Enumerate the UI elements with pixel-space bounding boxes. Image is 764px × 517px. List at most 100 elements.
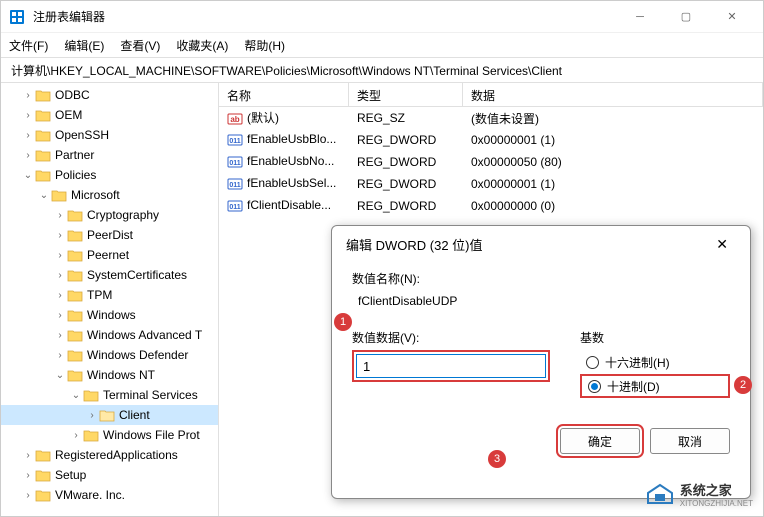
chevron-icon[interactable]: › — [21, 130, 35, 141]
cell-type: REG_SZ — [349, 109, 463, 127]
tree-label: Terminal Services — [103, 388, 198, 402]
tree-label: PeerDist — [87, 228, 133, 242]
maximize-button[interactable]: ▢ — [663, 1, 709, 33]
chevron-icon[interactable]: › — [53, 290, 67, 301]
close-button[interactable]: ✕ — [709, 1, 755, 33]
tree-label: Windows Defender — [87, 348, 188, 362]
chevron-icon[interactable]: ⌄ — [21, 170, 35, 181]
tree-item[interactable]: ›Windows — [1, 305, 218, 325]
value-name-label: 数值名称(N): — [352, 270, 730, 287]
cell-name: 011fEnableUsbNo... — [219, 152, 349, 172]
cell-name: 011fClientDisable... — [219, 196, 349, 216]
chevron-icon[interactable]: ⌄ — [53, 370, 67, 381]
dialog-titlebar: 编辑 DWORD (32 位)值 ✕ — [332, 226, 750, 262]
col-header-type[interactable]: 类型 — [349, 83, 463, 106]
value-data-input[interactable] — [356, 354, 546, 378]
tree-item[interactable]: › Windows Advanced T — [1, 325, 218, 345]
chevron-icon[interactable]: › — [69, 430, 83, 441]
chevron-icon[interactable]: ⌄ — [69, 390, 83, 401]
col-header-name[interactable]: 名称 — [219, 83, 349, 106]
chevron-icon[interactable]: › — [21, 110, 35, 121]
tree-label: Windows Advanced T — [87, 328, 202, 342]
tree-item[interactable]: ⌄Policies — [1, 165, 218, 185]
regedit-icon — [9, 9, 25, 25]
radio-dec[interactable]: 十进制(D) — [580, 374, 730, 398]
edit-dword-dialog: 编辑 DWORD (32 位)值 ✕ 数值名称(N): fClientDisab… — [331, 225, 751, 499]
chevron-icon[interactable]: › — [21, 490, 35, 501]
tree-item[interactable]: ›Client — [1, 405, 218, 425]
tree-item[interactable]: ›RegisteredApplications — [1, 445, 218, 465]
tree-item[interactable]: › TPM — [1, 285, 218, 305]
tree-item[interactable]: ⌄Microsoft — [1, 185, 218, 205]
tree-label: ODBC — [55, 88, 90, 102]
chevron-icon[interactable]: › — [21, 90, 35, 101]
chevron-icon[interactable]: ⌄ — [37, 190, 51, 201]
list-row[interactable]: 011fClientDisable... REG_DWORD 0x0000000… — [219, 195, 763, 217]
chevron-icon[interactable]: › — [85, 410, 99, 421]
tree-label: Windows File Prot — [103, 428, 200, 442]
tree-label: OEM — [55, 108, 82, 122]
dialog-close-button[interactable]: ✕ — [708, 232, 736, 257]
list-row[interactable]: 011fEnableUsbNo... REG_DWORD 0x00000050 … — [219, 151, 763, 173]
cell-data: 0x00000001 (1) — [463, 131, 763, 149]
tree-item[interactable]: › OEM — [1, 105, 218, 125]
chevron-icon[interactable]: › — [53, 210, 67, 221]
tree-label: Partner — [55, 148, 94, 162]
minimize-button[interactable]: ─ — [617, 1, 663, 33]
cell-type: REG_DWORD — [349, 197, 463, 215]
menu-help[interactable]: 帮助(H) — [244, 37, 285, 54]
menu-view[interactable]: 查看(V) — [120, 37, 160, 54]
tree-item[interactable]: ⌄ Terminal Services — [1, 385, 218, 405]
chevron-icon[interactable]: › — [53, 310, 67, 321]
chevron-icon[interactable]: › — [53, 350, 67, 361]
tree-panel[interactable]: › ODBC › OEM › OpenSSH › Partner ⌄Policies⌄Micro… — [1, 83, 219, 516]
tree-item[interactable]: ›Cryptography — [1, 205, 218, 225]
menu-file[interactable]: 文件(F) — [9, 37, 48, 54]
tree-item[interactable]: › OpenSSH — [1, 125, 218, 145]
tree-item[interactable]: ›Setup — [1, 465, 218, 485]
svg-text:011: 011 — [229, 182, 240, 189]
radio-dec-circle — [588, 380, 601, 393]
tree-item[interactable]: › Windows Defender — [1, 345, 218, 365]
svg-text:011: 011 — [229, 204, 240, 211]
chevron-icon[interactable]: › — [21, 150, 35, 161]
tree-item[interactable]: ›VMware. Inc. — [1, 485, 218, 505]
ok-button[interactable]: 确定 — [560, 428, 640, 454]
address-bar[interactable]: 计算机\HKEY_LOCAL_MACHINE\SOFTWARE\Policies… — [1, 57, 763, 83]
tree-item[interactable]: ›SystemCertificates — [1, 265, 218, 285]
chevron-icon[interactable]: › — [53, 250, 67, 261]
cell-data: (数值未设置) — [463, 108, 763, 129]
menu-favorites[interactable]: 收藏夹(A) — [176, 37, 228, 54]
list-row[interactable]: 011fEnableUsbBlo... REG_DWORD 0x00000001… — [219, 129, 763, 151]
col-header-data[interactable]: 数据 — [463, 83, 763, 106]
tree-label: TPM — [87, 288, 112, 302]
titlebar: 注册表编辑器 ─ ▢ ✕ — [1, 1, 763, 33]
watermark-logo-icon — [646, 483, 674, 505]
tree-item[interactable]: › ODBC — [1, 85, 218, 105]
tree-item[interactable]: ⌄ Windows NT — [1, 365, 218, 385]
chevron-icon[interactable]: › — [53, 330, 67, 341]
tree-item[interactable]: › PeerDist — [1, 225, 218, 245]
cell-data: 0x00000050 (80) — [463, 153, 763, 171]
chevron-icon[interactable]: › — [21, 450, 35, 461]
radio-hex[interactable]: 十六进制(H) — [580, 350, 730, 374]
list-row[interactable]: ab(默认) REG_SZ (数值未设置) — [219, 107, 763, 129]
radio-dec-label: 十进制(D) — [607, 378, 660, 395]
badge-1: 1 — [334, 313, 352, 331]
cell-name: ab(默认) — [219, 107, 349, 129]
tree-item[interactable]: › Partner — [1, 145, 218, 165]
chevron-icon[interactable]: › — [53, 230, 67, 241]
tree-label: OpenSSH — [55, 128, 109, 142]
chevron-icon[interactable]: › — [21, 470, 35, 481]
tree-item[interactable]: ›Peernet — [1, 245, 218, 265]
tree-item[interactable]: › Windows File Prot — [1, 425, 218, 445]
tree-label: Windows NT — [87, 368, 155, 382]
list-row[interactable]: 011fEnableUsbSel... REG_DWORD 0x00000001… — [219, 173, 763, 195]
cancel-button[interactable]: 取消 — [650, 428, 730, 454]
cell-name: 011fEnableUsbBlo... — [219, 130, 349, 150]
cell-data: 0x00000001 (1) — [463, 175, 763, 193]
value-data-label: 数值数据(V): — [352, 329, 550, 346]
dialog-title-text: 编辑 DWORD (32 位)值 — [346, 235, 483, 254]
menu-edit[interactable]: 编辑(E) — [64, 37, 104, 54]
chevron-icon[interactable]: › — [53, 270, 67, 281]
